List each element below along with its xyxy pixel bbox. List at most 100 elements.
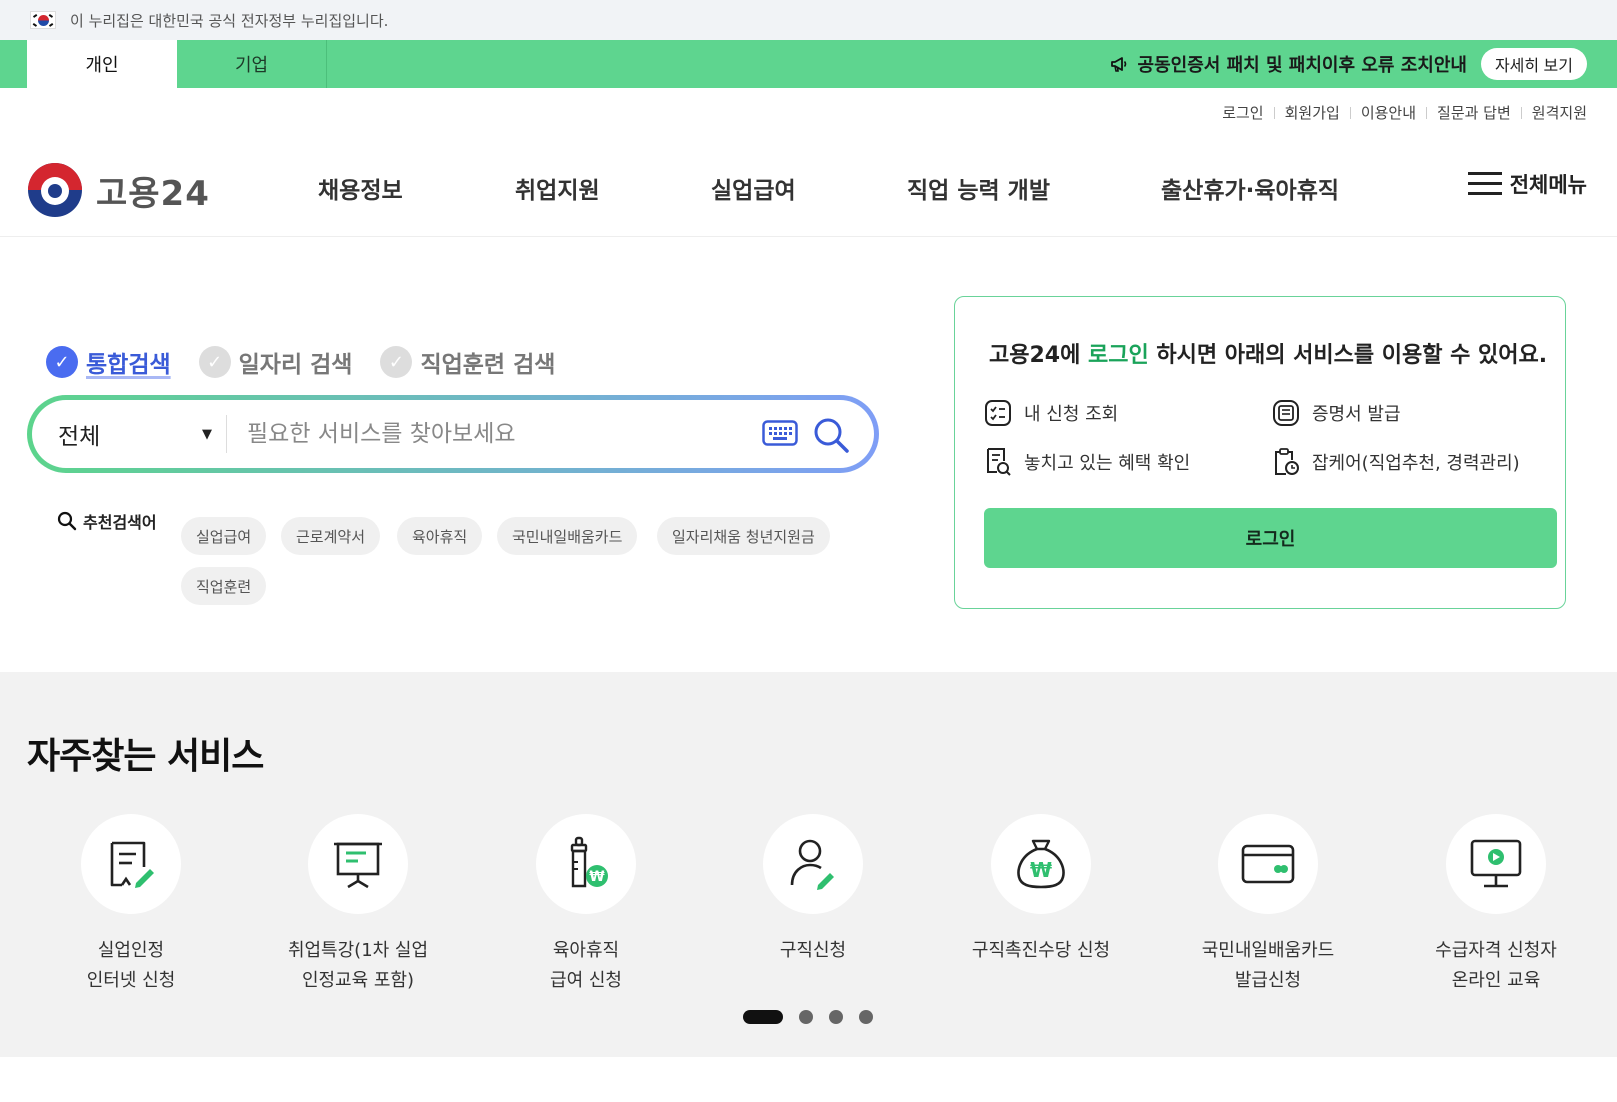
login-card-title: 고용24에 로그인 하시면 아래의 서비스를 이용할 수 있어요. xyxy=(989,337,1547,369)
title-highlight: 로그인 xyxy=(1088,343,1149,368)
service-label: 구직촉진수당 신청 xyxy=(971,940,1111,961)
util-remote-support-link[interactable]: 원격지원 xyxy=(1532,102,1587,123)
search-tabs: ✓ 통합검색 ✓ 일자리 검색 ✓ 직업훈련 검색 xyxy=(46,345,583,379)
clipboard-clock-icon xyxy=(1275,448,1299,475)
service-label: 잡케어(직업추천, 경력관리) xyxy=(1312,453,1520,474)
service-item[interactable]: 수급자격 신청자 온라인 교육 xyxy=(1396,814,1596,996)
audience-tab-bar: 개인 기업 공동인증서 패치 및 패치이후 오류 조치안내 자세히 보기 xyxy=(0,40,1617,88)
service-label: 수급자격 신청자 온라인 교육 xyxy=(1435,940,1557,991)
title-prefix: 고용24에 xyxy=(989,343,1088,368)
nav-parental-leave[interactable]: 출산휴가·육아휴직 xyxy=(1161,171,1339,205)
recommended-label: 추천검색어 xyxy=(57,509,157,533)
util-qna-link[interactable]: 질문과 답변 xyxy=(1437,102,1511,123)
gov-banner: 이 누리집은 대한민국 공식 전자정부 누리집입니다. xyxy=(0,0,1617,40)
megaphone-icon xyxy=(1110,57,1126,72)
keyword-chip[interactable]: 국민내일배움카드 xyxy=(497,517,638,555)
search-icon xyxy=(57,511,77,531)
virtual-keyboard-icon[interactable] xyxy=(762,420,798,446)
check-icon: ✓ xyxy=(198,346,231,378)
keyword-chip[interactable]: 육아휴직 xyxy=(397,517,483,555)
tab-label: 통합검색 xyxy=(86,352,171,378)
section-title: 자주찾는 서비스 xyxy=(27,736,264,777)
card-icon xyxy=(1241,844,1295,884)
nav-employment-support[interactable]: 취업지원 xyxy=(515,171,600,205)
baby-bottle-won-icon: ₩ xyxy=(570,836,608,888)
site-logo[interactable]: 고용24 xyxy=(28,163,210,217)
service-label: 내 신청 조회 xyxy=(1024,404,1119,425)
korea-flag-icon xyxy=(30,11,56,29)
service-label: 놓치고 있는 혜택 확인 xyxy=(1024,453,1191,474)
notice-banner: 공동인증서 패치 및 패치이후 오류 조치안내 자세히 보기 xyxy=(1110,48,1587,80)
check-icon: ✓ xyxy=(380,346,413,378)
document-edit-icon xyxy=(110,841,154,888)
recommended-label-text: 추천검색어 xyxy=(83,513,157,532)
tab-label: 직업훈련 검색 xyxy=(420,352,556,378)
service-item[interactable]: 국민내일배움카드 발급신청 xyxy=(1168,814,1368,996)
tab-training-search[interactable]: ✓ 직업훈련 검색 xyxy=(380,345,555,379)
keyword-chip[interactable]: 일자리채움 청년지원금 xyxy=(657,517,830,555)
nav-vocational-training[interactable]: 직업 능력 개발 xyxy=(907,171,1050,205)
notice-detail-button[interactable]: 자세히 보기 xyxy=(1480,48,1587,80)
government-emblem-icon xyxy=(28,163,82,217)
presentation-board-icon xyxy=(334,842,382,889)
person-edit-icon xyxy=(790,839,834,890)
carousel-dot-4[interactable] xyxy=(859,1010,873,1024)
svg-text:₩: ₩ xyxy=(1030,858,1052,882)
service-label: 증명서 발급 xyxy=(1312,404,1401,425)
service-item[interactable]: 실업인정 인터넷 신청 xyxy=(31,814,231,996)
util-login-link[interactable]: 로그인 xyxy=(1222,102,1263,123)
search-category-select[interactable]: 전체 ▼ xyxy=(32,417,212,451)
service-label: 육아휴직 급여 신청 xyxy=(550,940,622,991)
service-item[interactable]: ₩ 육아휴직 급여 신청 xyxy=(486,814,686,996)
all-menu-button[interactable]: 전체메뉴 xyxy=(1467,169,1587,199)
login-button[interactable]: 로그인 xyxy=(984,508,1557,568)
search-category-value: 전체 xyxy=(58,424,101,450)
login-card: 고용24에 로그인 하시면 아래의 서비스를 이용할 수 있어요. 내 신청 조… xyxy=(954,296,1566,609)
tab-integrated-search[interactable]: ✓ 통합검색 xyxy=(46,345,171,379)
nav-recruitment[interactable]: 채용정보 xyxy=(318,171,403,205)
money-bag-icon: ₩ xyxy=(1017,839,1065,889)
main-header: 고용24 채용정보 취업지원 실업급여 직업 능력 개발 출산휴가·육아휴직 전… xyxy=(0,145,1617,237)
search-input[interactable] xyxy=(247,421,737,447)
service-missed-benefits[interactable]: 놓치고 있는 혜택 확인 xyxy=(984,447,1190,477)
certificate-icon xyxy=(1273,400,1299,426)
carousel-dot-1[interactable] xyxy=(743,1010,783,1024)
notice-text[interactable]: 공동인증서 패치 및 패치이후 오류 조치안내 xyxy=(1138,51,1467,77)
keyword-chip[interactable]: 직업훈련 xyxy=(181,567,267,605)
service-label: 국민내일배움카드 발급신청 xyxy=(1201,940,1335,991)
tab-business[interactable]: 기업 xyxy=(177,40,327,88)
frequent-services-section: 자주찾는 서비스 실업인정 인터넷 신청 취업특강(1차 실업 인정교육 포함)… xyxy=(0,672,1617,1057)
util-signup-link[interactable]: 회원가입 xyxy=(1285,102,1340,123)
service-item[interactable]: ₩ 구직촉진수당 신청 xyxy=(941,814,1141,966)
check-icon: ✓ xyxy=(46,346,78,378)
search-box: 전체 ▼ xyxy=(27,395,879,473)
document-search-icon xyxy=(987,448,1011,476)
nav-unemployment-benefit[interactable]: 실업급여 xyxy=(711,171,796,205)
keyword-chip[interactable]: 근로계약서 xyxy=(281,517,381,555)
tab-job-search[interactable]: ✓ 일자리 검색 xyxy=(198,345,353,379)
all-menu-label: 전체메뉴 xyxy=(1509,173,1587,197)
logo-text: 고용24 xyxy=(96,173,210,214)
monitor-play-icon xyxy=(1470,839,1522,888)
service-label: 실업인정 인터넷 신청 xyxy=(86,940,176,991)
keyword-chip[interactable]: 실업급여 xyxy=(181,517,267,555)
service-jobcare[interactable]: 잡케어(직업추천, 경력관리) xyxy=(1272,447,1520,477)
tab-label: 일자리 검색 xyxy=(238,352,353,378)
hamburger-icon xyxy=(1467,172,1502,196)
service-label: 구직신청 xyxy=(779,940,847,961)
util-guide-link[interactable]: 이용안내 xyxy=(1361,102,1416,123)
checklist-icon xyxy=(985,400,1011,426)
search-icon[interactable] xyxy=(812,416,850,454)
service-item[interactable]: 구직신청 xyxy=(713,814,913,966)
service-certificate[interactable]: 증명서 발급 xyxy=(1272,399,1401,427)
service-item[interactable]: 취업특강(1차 실업 인정교육 포함) xyxy=(258,814,458,996)
carousel-dot-3[interactable] xyxy=(829,1010,843,1024)
service-my-application[interactable]: 내 신청 조회 xyxy=(984,399,1118,427)
carousel-pagination xyxy=(743,1010,873,1024)
utility-links: 로그인 회원가입 이용안내 질문과 답변 원격지원 xyxy=(1222,102,1587,123)
chevron-down-icon: ▼ xyxy=(202,426,212,442)
gov-banner-text: 이 누리집은 대한민국 공식 전자정부 누리집입니다. xyxy=(70,11,389,30)
tab-personal[interactable]: 개인 xyxy=(27,40,177,88)
service-label: 취업특강(1차 실업 인정교육 포함) xyxy=(287,940,429,991)
carousel-dot-2[interactable] xyxy=(799,1010,813,1024)
